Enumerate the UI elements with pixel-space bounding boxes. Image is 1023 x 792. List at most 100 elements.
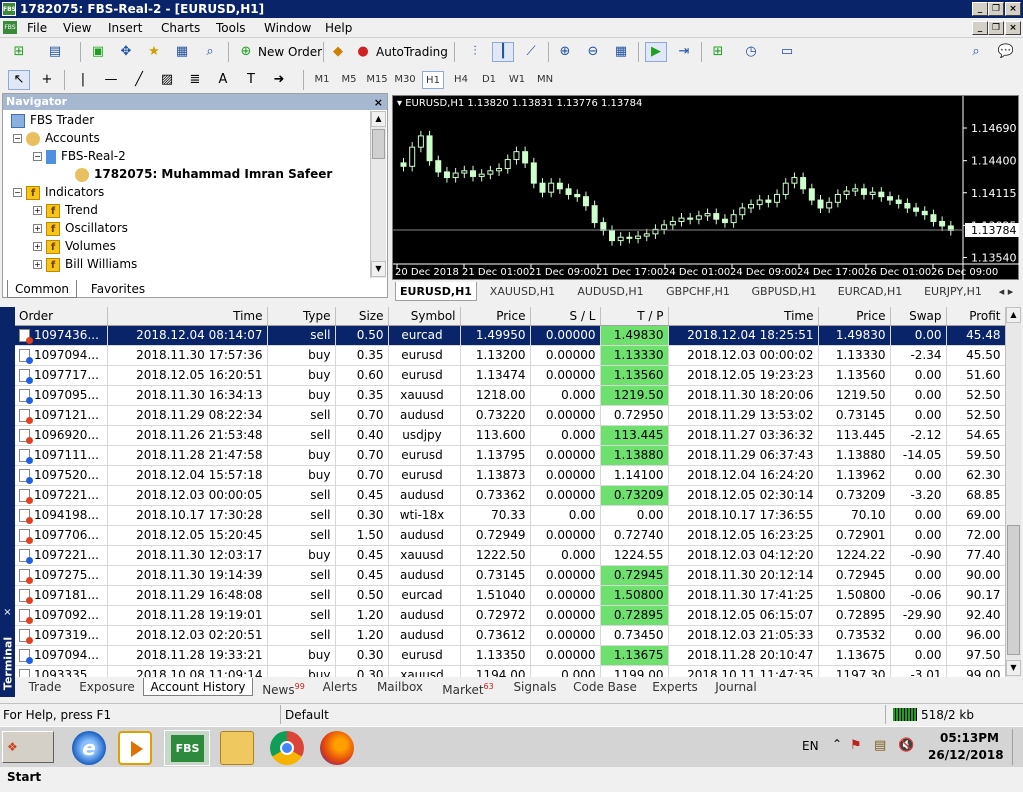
column-header[interactable]: Time [668,307,819,326]
scroll-down-icon[interactable]: ▼ [371,261,386,277]
media-player-icon[interactable] [118,731,152,765]
table-row[interactable]: 1097706... 2018.12.05 15:20:45 sell 1.50 aud… [15,525,1005,546]
tree-oscillators[interactable]: + f Oscillators [33,219,128,237]
new-chart-icon[interactable]: ⊞ [8,42,30,62]
tree-trend[interactable]: + f Trend [33,201,98,219]
network-icon[interactable]: ▤ [874,738,886,753]
menu-tools[interactable]: Tools [216,20,246,36]
table-row[interactable]: 1097275... 2018.11.30 19:14:39 sell 0.45 aud… [15,565,1005,586]
tree-indicators[interactable]: − f Indicators [13,183,104,201]
profiles-icon[interactable]: ▤ [44,42,66,62]
column-header[interactable]: Time [107,307,268,326]
navigator-scrollbar[interactable]: ▲ ▼ [370,111,386,278]
table-row[interactable]: 1096920... 2018.11.26 21:53:48 sell 0.40 usd… [15,425,1005,446]
restore-icon[interactable]: ❐ [988,2,1004,16]
vertical-line-icon[interactable]: | [72,70,94,90]
menu-window[interactable]: Window [264,20,311,36]
tile-windows-icon[interactable]: ▦ [610,42,632,62]
menu-file[interactable]: File [27,20,47,36]
timeframe-m5[interactable]: M5 [338,71,360,89]
chart-tabs-scroll-icon[interactable]: ◂ ▸ [994,282,1018,301]
collapse-icon[interactable]: − [33,152,42,161]
column-header[interactable]: Profit [946,307,1005,326]
menu-view[interactable]: View [63,20,91,36]
timeframe-d1[interactable]: D1 [478,71,500,89]
terminal-icon[interactable]: ▦ [171,42,193,62]
chart-collapse-icon[interactable]: ▾ [397,98,405,109]
table-row[interactable]: 1097221... 2018.11.30 12:03:17 buy 0.45 xauu… [15,545,1005,566]
tab-market[interactable]: Market63 [434,678,502,697]
tree-bill-williams[interactable]: + f Bill Williams [33,255,137,273]
table-row[interactable]: 1097436... 2018.12.04 08:14:07 sell 0.50 eur… [15,325,1005,346]
chart-tab-gbpchf[interactable]: GBPCHF,H1 [656,282,740,301]
cursor-icon[interactable]: ↖ [8,70,30,90]
tree-fbs-real-2[interactable]: − FBS-Real-2 [33,147,126,165]
zoom-in-icon[interactable]: ⊕ [554,42,576,62]
tab-alerts[interactable]: Alerts [314,678,366,696]
menu-charts[interactable]: Charts [161,20,200,36]
metaeditor-icon[interactable]: ◆ [327,42,349,62]
child-close-icon[interactable]: × [1005,21,1021,35]
menu-insert[interactable]: Insert [108,20,142,36]
chart-tab-xauusd[interactable]: XAUUSD,H1 [480,282,565,301]
chart-tab-eurjpy[interactable]: EURJPY,H1 [914,282,992,301]
table-scrollbar[interactable]: ▲ ▼ [1005,307,1021,677]
table-row[interactable]: 1094198... 2018.10.17 17:30:28 sell 0.30 wti… [15,505,1005,526]
arrows-icon[interactable]: ➜ [268,70,290,90]
column-header[interactable]: Price [818,307,891,326]
tree-account-1782075[interactable]: 1782075: Muhammad Imran Safeer [75,165,332,183]
child-window-icon[interactable]: FBS [3,21,17,34]
start-button[interactable]: ❖ Start [2,731,54,784]
expand-icon[interactable]: + [33,242,42,251]
text-icon[interactable]: A [212,70,234,90]
tab-favorites[interactable]: Favorites [83,280,153,298]
show-desktop-button[interactable] [1012,729,1021,765]
column-header[interactable]: Order [15,307,108,326]
line-chart-icon[interactable]: ⟋ [520,42,542,62]
minimize-icon[interactable]: _ [972,2,988,16]
search-icon[interactable]: ⌕ [965,42,987,62]
new-order-button[interactable]: New Order [258,45,322,59]
expand-icon[interactable]: + [33,260,42,269]
scroll-thumb[interactable] [1007,525,1020,655]
table-row[interactable]: 1097111... 2018.11.28 21:47:58 buy 0.70 euru… [15,445,1005,466]
chart-tab-eurusd[interactable]: EURUSD,H1 [395,282,477,301]
file-explorer-icon[interactable] [220,731,254,765]
market-watch-icon[interactable]: ▣ [87,42,109,62]
strategy-tester-icon[interactable]: ⌕ [199,42,221,62]
close-icon[interactable]: × [1005,2,1021,16]
trendline-icon[interactable]: ╱ [128,70,150,90]
timeframe-mn[interactable]: MN [534,71,556,89]
expand-icon[interactable]: + [33,206,42,215]
column-header[interactable]: Price [460,307,531,326]
new-order-icon[interactable]: ⊕ [235,42,257,62]
tab-code-base[interactable]: Code Base [566,678,644,696]
fbs-terminal-taskbar-button[interactable]: FBS [164,730,210,766]
clock-time[interactable]: 05:13PM [940,731,999,745]
periods-icon[interactable]: ◷ [740,42,762,62]
autotrading-icon[interactable]: ● [352,42,374,62]
column-header[interactable]: Swap [890,307,947,326]
show-hidden-icons-icon[interactable]: ⌃ [832,737,842,751]
menu-help[interactable]: Help [325,20,352,36]
table-row[interactable]: 1097520... 2018.12.04 15:57:18 buy 0.70 euru… [15,465,1005,486]
tab-exposure[interactable]: Exposure [72,678,142,696]
zoom-out-icon[interactable]: ⊖ [582,42,604,62]
crosshair-icon[interactable]: + [36,70,58,90]
column-header[interactable]: Symbol [388,307,461,326]
tree-volumes[interactable]: + f Volumes [33,237,116,255]
chart-shift-icon[interactable]: ⇥ [673,42,695,62]
column-header[interactable]: Size [335,307,389,326]
column-header[interactable]: S / L [530,307,601,326]
column-header[interactable]: T / P [600,307,669,326]
chat-icon[interactable]: 💬 [995,42,1017,62]
autotrading-button[interactable]: AutoTrading [376,45,448,59]
table-row[interactable]: 1097221... 2018.12.03 00:00:05 sell 0.45 aud… [15,485,1005,506]
templates-icon[interactable]: ▭ [776,42,798,62]
table-row[interactable]: 1097319... 2018.12.03 02:20:51 sell 1.20 aud… [15,625,1005,646]
candlestick-icon[interactable]: ┃ [492,42,514,62]
close-icon[interactable]: × [1,607,14,619]
table-row[interactable]: 1097121... 2018.11.29 08:22:34 sell 0.70 aud… [15,405,1005,426]
tab-journal[interactable]: Journal [706,678,766,696]
tab-common[interactable]: Common [7,280,77,298]
